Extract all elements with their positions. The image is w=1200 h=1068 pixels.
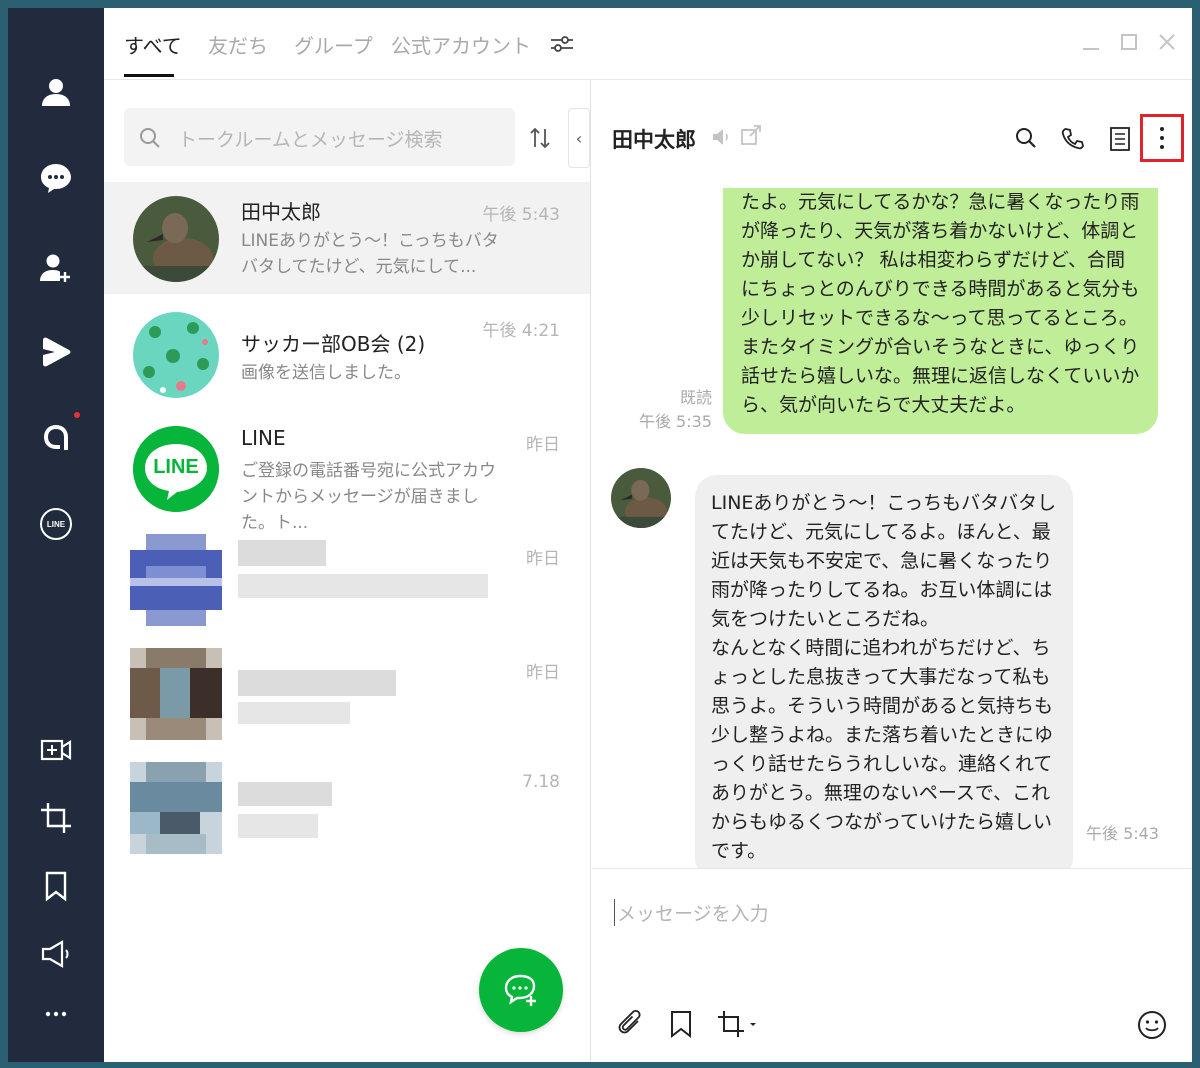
message-area[interactable]: たよ。元気にしてるかな？急に暑くなったり雨が降ったり、天気が落ち着かないけど、体… [592,188,1192,868]
chat-name: LINE [241,426,286,450]
new-chat-button[interactable] [479,948,563,1032]
tab-friends[interactable]: 友だち [208,30,268,59]
chat-title: 田中太郎 [612,128,696,152]
announcement-icon[interactable] [30,928,82,980]
chat-list-panel: トークルームとメッセージ検索 ‹ 田中太郎 午後 5:43 LINEありがとう～… [104,8,591,1062]
kebab-dot [1160,127,1164,131]
line-logo-text: LINE [153,456,199,478]
blurred-preview [238,814,318,838]
maximize-button[interactable] [1119,32,1139,58]
avatar [133,312,219,398]
chat-list-item[interactable]: LINE LINE 昨日 ご登録の電話番号宛に公式アカウントからメッセージが届き… [104,412,590,533]
keep-bookmark-icon[interactable] [668,1009,694,1043]
avatar [133,196,219,282]
line-logo-avatar: LINE [133,426,219,512]
chat-list-item[interactable]: 昨日 [104,640,590,752]
read-receipt: 既読 午後 5:35 [639,386,712,434]
search-icon[interactable] [1014,126,1038,154]
chat-time: 午後 4:21 [482,321,560,341]
open-external-icon[interactable] [740,124,762,150]
filter-settings-icon[interactable] [549,34,575,58]
search-box[interactable]: トークルームとメッセージ検索 [124,108,515,166]
blurred-preview [238,574,488,598]
sort-icon[interactable] [529,126,551,156]
sent-message-bubble[interactable]: たよ。元気にしてるかな？急に暑くなったり雨が降ったり、天気が落ち着かないけど、体… [723,188,1158,434]
chat-list-item[interactable]: 7.18 [104,754,590,866]
blurred-preview [238,702,350,724]
line-official-icon[interactable]: LINE [30,498,82,550]
chats-icon[interactable] [30,152,82,204]
chat-preview: 画像を送信しました。 [241,363,411,383]
chat-list-item[interactable]: サッカー部OB会 (2) 午後 4:21 画像を送信しました。 [104,298,590,410]
blurred-avatar [130,648,222,740]
more-menu-icon[interactable] [30,988,82,1040]
blurred-avatar [130,534,222,626]
friends-icon[interactable] [30,66,82,118]
chat-name: 田中太郎 [241,200,321,224]
active-tab-underline [124,74,174,77]
chat-preview: LINEありがとう～！こっちもバタバタしてたけど、元気にして... [241,231,499,277]
bookmark-icon[interactable] [30,860,82,912]
attach-icon[interactable] [616,1009,646,1043]
read-label: 既読 [679,388,712,407]
notes-icon[interactable] [1108,126,1132,156]
received-time: 午後 5:43 [1086,824,1160,843]
nav-rail: LINE [8,8,104,1062]
message-input[interactable]: メッセージを入力 [614,899,769,926]
chat-list-item[interactable]: 昨日 [104,526,590,638]
blurred-name [238,540,326,566]
openchat-icon[interactable] [30,412,82,464]
kebab-dot [1160,136,1164,140]
chat-time: 午後 5:43 [482,205,560,225]
chat-time: 昨日 [526,435,560,455]
screenshot-icon[interactable] [716,1009,760,1043]
blurred-avatar [130,762,222,854]
received-message-bubble[interactable]: LINEありがとう～！こっちもバタバタしてたけど、元気にしてるよ。ほんと、最近は… [695,475,1073,868]
blurred-name [238,782,332,806]
more-options-button[interactable] [1140,114,1184,162]
search-placeholder: トークルームとメッセージ検索 [178,129,443,151]
emoji-icon[interactable] [1136,1009,1168,1045]
phone-icon[interactable] [1060,126,1086,156]
chat-name: サッカー部OB会 (2) [241,332,426,356]
chat-time: 7.18 [522,772,560,792]
svg-text:LINE: LINE [47,520,66,529]
app-window: LINE すべて 友だち グループ 公式アカウント トークルームとメッセージ検索… [8,8,1192,1062]
voom-icon[interactable] [30,326,82,378]
minimize-button[interactable] [1081,32,1101,58]
chat-time: 昨日 [526,549,560,569]
sent-time: 午後 5:35 [638,412,712,431]
tab-groups[interactable]: グループ [294,30,373,59]
video-call-icon[interactable] [30,724,82,776]
top-tab-bar: すべて 友だち グループ 公式アカウント [104,8,1192,80]
chat-preview: ご登録の電話番号宛に公式アカウントからメッセージが届きました。ト... [241,461,496,533]
close-button[interactable] [1157,32,1177,58]
notification-dot [74,412,80,418]
message-input-area[interactable]: メッセージを入力 [592,868,1192,1062]
kebab-dot [1160,145,1164,149]
avatar[interactable] [611,468,671,528]
chat-list-item[interactable]: 田中太郎 午後 5:43 LINEありがとう～！こっちもバタバタしてたけど、元気… [104,182,590,294]
collapse-panel-button[interactable]: ‹ [568,108,590,168]
speaker-icon[interactable] [710,126,732,152]
add-friend-icon[interactable] [30,242,82,294]
chat-panel: 田中太郎 たよ。元気にしてるかな？急に暑くなったり雨が降ったり、天気が落ち着かな… [592,80,1192,1062]
tab-all[interactable]: すべて [124,30,182,59]
search-icon [140,128,160,148]
chat-time: 昨日 [526,663,560,683]
tab-official-accounts[interactable]: 公式アカウント [391,30,531,59]
new-chat-icon [504,974,536,1006]
chat-header: 田中太郎 [592,80,1192,188]
crop-icon[interactable] [30,792,82,844]
blurred-name [238,670,396,696]
